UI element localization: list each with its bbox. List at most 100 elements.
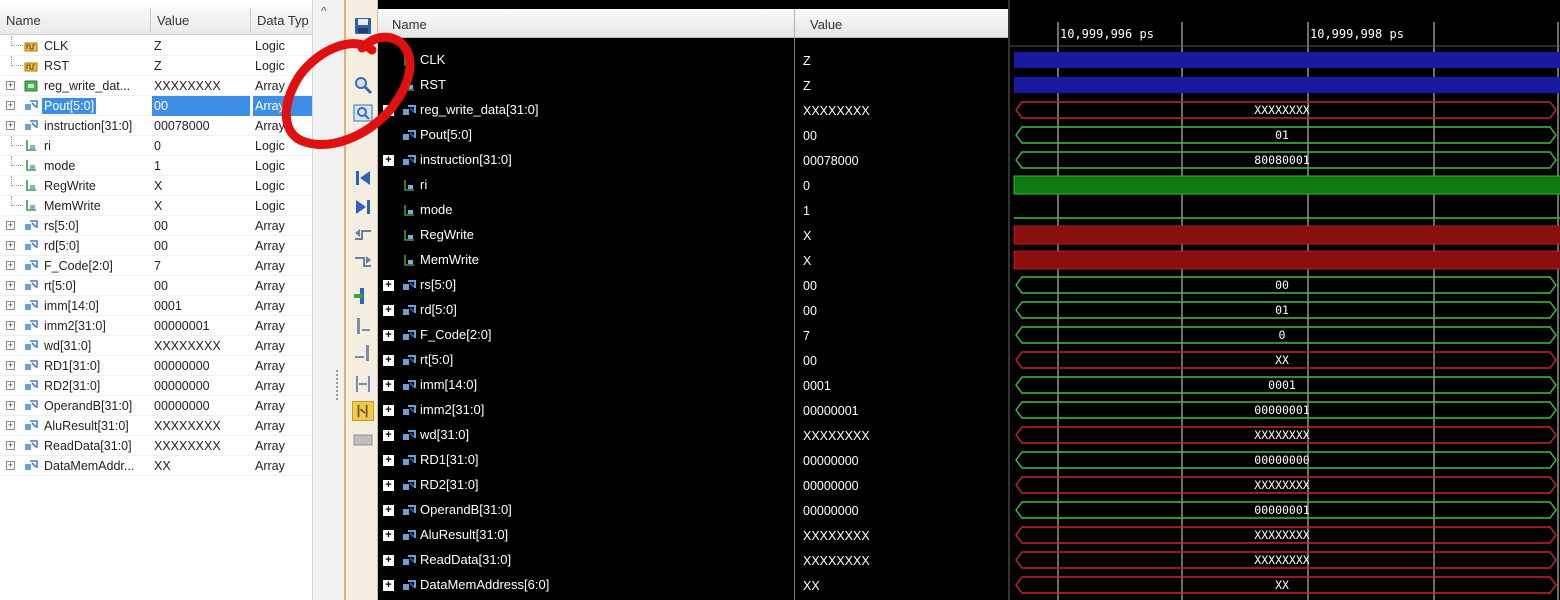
next-transition-icon[interactable]	[352, 252, 374, 272]
waveform-trace[interactable]: 00000001	[1015, 401, 1557, 419]
expand-icon[interactable]: +	[383, 430, 394, 441]
objects-row[interactable]: + F_Code[2:0] 7 Array	[0, 256, 312, 276]
wave-signal-row[interactable]: + OperandB[31:0] 00000000	[378, 498, 1008, 523]
objects-row[interactable]: + OperandB[31:0] 00000000 Array	[0, 396, 312, 416]
column-separator[interactable]	[150, 8, 151, 32]
waveform-trace[interactable]	[1013, 175, 1560, 195]
waveform-trace[interactable]: XX	[1015, 576, 1557, 594]
objects-name-column-header[interactable]: Name	[6, 13, 41, 28]
expand-icon[interactable]: +	[6, 361, 15, 370]
expand-icon[interactable]: +	[6, 321, 15, 330]
expand-icon[interactable]: +	[383, 280, 394, 291]
objects-row[interactable]: CLK Z Logic	[0, 36, 312, 56]
objects-row[interactable]: + reg_write_dat... XXXXXXXX Array	[0, 76, 312, 96]
column-separator[interactable]	[250, 8, 251, 32]
waveform-trace[interactable]: XXXXXXXX	[1015, 526, 1557, 544]
waveform-trace[interactable]: 00000000	[1015, 451, 1557, 469]
expand-icon[interactable]: +	[6, 341, 15, 350]
wave-signal-row[interactable]: ri 0	[378, 173, 1008, 198]
expand-icon[interactable]: +	[6, 401, 15, 410]
wave-signal-row[interactable]: + RD1[31:0] 00000000	[378, 448, 1008, 473]
objects-row[interactable]: + AluResult[31:0] XXXXXXXX Array	[0, 416, 312, 436]
waveform-trace[interactable]	[1013, 225, 1560, 245]
expand-icon[interactable]: +	[6, 241, 15, 250]
waveform-trace[interactable]	[1013, 250, 1560, 270]
waveform-trace[interactable]: 01	[1015, 301, 1557, 319]
objects-row[interactable]: + rs[5:0] 00 Array	[0, 216, 312, 236]
expand-icon[interactable]: +	[383, 355, 394, 366]
wave-signal-row[interactable]: + RD2[31:0] 00000000	[378, 473, 1008, 498]
waveform-trace[interactable]	[1014, 52, 1560, 68]
expand-icon[interactable]: +	[6, 441, 15, 450]
grid-icon[interactable]	[352, 430, 374, 450]
expand-icon[interactable]: +	[6, 261, 15, 270]
expand-icon[interactable]: +	[383, 105, 394, 116]
expand-icon[interactable]: +	[383, 555, 394, 566]
objects-row[interactable]: RST Z Logic	[0, 56, 312, 76]
wave-signal-row[interactable]: + reg_write_data[31:0] XXXXXXXX	[378, 98, 1008, 123]
expand-icon[interactable]: +	[383, 405, 394, 416]
wave-signal-row[interactable]: CLK Z	[378, 48, 1008, 73]
expand-icon[interactable]: +	[383, 530, 394, 541]
expand-icon[interactable]: +	[6, 101, 15, 110]
scroll-up-icon[interactable]: ^	[321, 4, 327, 18]
objects-scrollbar[interactable]: ^	[312, 0, 344, 600]
expand-icon[interactable]: +	[383, 580, 394, 591]
expand-icon[interactable]: +	[383, 455, 394, 466]
wave-signal-row[interactable]: + rt[5:0] 00	[378, 348, 1008, 373]
splitter-grip[interactable]	[336, 370, 340, 400]
objects-value-column-header[interactable]: Value	[157, 13, 189, 28]
column-separator[interactable]	[794, 9, 795, 38]
objects-row[interactable]: RegWrite X Logic	[0, 176, 312, 196]
wave-signal-row[interactable]: + DataMemAddress[6:0] XX	[378, 573, 1008, 598]
expand-icon[interactable]: +	[6, 301, 15, 310]
expand-icon[interactable]: +	[6, 381, 15, 390]
objects-row[interactable]: ri 0 Logic	[0, 136, 312, 156]
zoom-icon[interactable]	[352, 75, 374, 95]
expand-icon[interactable]: +	[6, 121, 15, 130]
expand-icon[interactable]: +	[6, 281, 15, 290]
waveform-trace[interactable]: 80080001	[1015, 151, 1557, 169]
snap-icon[interactable]	[352, 401, 374, 421]
waveform-trace[interactable]: XXXXXXXX	[1015, 476, 1557, 494]
waveform-trace[interactable]: XX	[1015, 351, 1557, 369]
wave-signal-row[interactable]: + rd[5:0] 00	[378, 298, 1008, 323]
objects-row[interactable]: + instruction[31:0] 00078000 Array	[0, 116, 312, 136]
objects-row[interactable]: + imm2[31:0] 00000001 Array	[0, 316, 312, 336]
wave-signal-row[interactable]: + rs[5:0] 00	[378, 273, 1008, 298]
waveform-trace[interactable]: XXXXXXXX	[1015, 101, 1557, 119]
objects-row[interactable]: + Pout[5:0] 00 Array	[0, 96, 312, 116]
expand-icon[interactable]: +	[6, 81, 15, 90]
objects-row[interactable]: + imm[14:0] 0001 Array	[0, 296, 312, 316]
waveform-trace[interactable]: 0001	[1015, 376, 1557, 394]
waveform-trace[interactable]: 00	[1015, 276, 1557, 294]
expand-icon[interactable]: +	[6, 461, 15, 470]
expand-icon[interactable]: +	[383, 155, 394, 166]
objects-row[interactable]: MemWrite X Logic	[0, 196, 312, 216]
wave-signal-row[interactable]: + instruction[31:0] 00078000	[378, 148, 1008, 173]
objects-row[interactable]: + rd[5:0] 00 Array	[0, 236, 312, 256]
objects-row[interactable]: mode 1 Logic	[0, 156, 312, 176]
waveform-trace[interactable]: 01	[1015, 126, 1557, 144]
wave-signal-row[interactable]: + imm2[31:0] 00000001	[378, 398, 1008, 423]
objects-type-column-header[interactable]: Data Typ	[257, 13, 309, 28]
prev-transition-icon[interactable]	[352, 225, 374, 245]
wave-name-column-header[interactable]: Name	[392, 17, 427, 32]
expand-icon[interactable]: +	[383, 380, 394, 391]
waveform-trace[interactable]: XXXXXXXX	[1015, 426, 1557, 444]
wave-signal-row[interactable]: + ReadData[31:0] XXXXXXXX	[378, 548, 1008, 573]
wave-signal-row[interactable]: + F_Code[2:0] 7	[378, 323, 1008, 348]
swap-cursor-icon[interactable]	[352, 374, 374, 394]
save-icon[interactable]	[352, 16, 374, 36]
wave-signal-row[interactable]: RegWrite X	[378, 223, 1008, 248]
wave-signal-row[interactable]: + imm[14:0] 0001	[378, 373, 1008, 398]
waveform-svg[interactable]: 10,999,996 ps 10,999,998 ps XXXXXXXX 01 8008…	[1010, 0, 1560, 600]
objects-row[interactable]: + DataMemAddr... XX Array	[0, 456, 312, 476]
expand-icon[interactable]: +	[6, 421, 15, 430]
objects-row[interactable]: + RD2[31:0] 00000000 Array	[0, 376, 312, 396]
wave-signal-row[interactable]: MemWrite X	[378, 248, 1008, 273]
goto-start-icon[interactable]	[352, 168, 374, 188]
wave-signal-row[interactable]: RST Z	[378, 73, 1008, 98]
zoom-fit-icon[interactable]	[352, 103, 374, 123]
objects-row[interactable]: + RD1[31:0] 00000000 Array	[0, 356, 312, 376]
